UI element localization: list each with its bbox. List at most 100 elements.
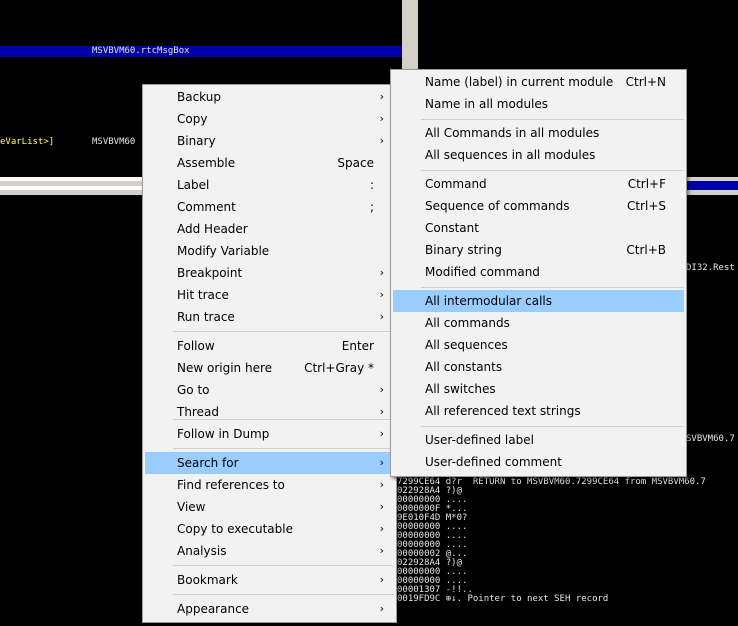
selected-disassembly-line[interactable] [0, 46, 402, 57]
search-item-all-sequences-in-all-modules[interactable]: All sequences in all modules [393, 144, 684, 166]
menu-separator [421, 426, 684, 427]
menu-item-label: Constant [425, 221, 479, 235]
search-item-modified-command[interactable]: Modified command [393, 261, 684, 283]
submenu-arrow-icon: › [379, 522, 384, 535]
menu-item-label: Binary [177, 134, 216, 148]
disassembly-call-target: MSVBVM60.rtcMsgBox [92, 46, 190, 56]
search-item-all-sequences[interactable]: All sequences [393, 334, 684, 356]
search-item-command[interactable]: Command Ctrl+F [393, 173, 684, 195]
selected-register-line [686, 181, 738, 190]
menu-item-copy[interactable]: Copy › [145, 108, 394, 130]
menu-item-modify-variable[interactable]: Modify Variable [145, 240, 394, 262]
stack-line[interactable]: 0019FD9C ⊕↓. Pointer to next SEH record [397, 595, 608, 604]
search-item-name-in-all-modules[interactable]: Name in all modules [393, 93, 684, 115]
stack-snippet: SVBVM60.7 [686, 434, 735, 444]
menu-item-label: All constants [425, 360, 503, 374]
menu-item-search-for[interactable]: Search for › [145, 452, 394, 474]
menu-item-shortcut: ; [369, 200, 374, 214]
menu-item-backup[interactable]: Backup › [145, 86, 394, 108]
menu-item-label: Search for [177, 456, 239, 470]
menu-item-label: All switches [425, 382, 496, 396]
menu-item-shortcut: Space [337, 156, 374, 170]
menu-item-shortcut: Ctrl+B [626, 243, 666, 257]
search-item-name-label-in-current-module[interactable]: Name (label) in current module Ctrl+N [393, 71, 684, 93]
menu-item-follow-in-dump[interactable]: Follow in Dump › [145, 423, 394, 445]
context-menu: Backup › Copy › Binary › Assemble Space Label: Co… [142, 84, 397, 623]
menu-item-shortcut: Ctrl+F [627, 177, 666, 191]
submenu-arrow-icon: › [379, 134, 384, 147]
menu-item-label: Run trace [177, 310, 235, 324]
search-item-all-referenced-text-strings[interactable]: All referenced text strings [393, 400, 684, 422]
menu-separator [173, 565, 394, 566]
menu-item-label: User-defined comment [425, 455, 562, 469]
menu-item-label: Copy [177, 112, 208, 126]
search-item-user-defined-comment[interactable]: User-defined comment [393, 451, 684, 473]
menu-item-label: All referenced text strings [425, 404, 581, 418]
menu-item-label: Name (label) in current module [425, 75, 614, 89]
menu-item-go-to[interactable]: Go to › [145, 379, 394, 401]
menu-item-label: Analysis [177, 544, 227, 558]
search-item-sequence-of-commands[interactable]: Sequence of commands Ctrl+S [393, 195, 684, 217]
menu-item-analysis[interactable]: Analysis › [145, 540, 394, 562]
menu-item-comment[interactable]: Comment; [145, 196, 394, 218]
menu-item-shortcut: Ctrl+S [626, 199, 666, 213]
menu-item-label: All sequences in all modules [425, 148, 596, 162]
submenu-arrow-icon: › [379, 456, 384, 469]
menu-item-label: All commands [425, 316, 510, 330]
menu-item-label: Assemble [177, 156, 236, 170]
menu-item-label: New origin here [177, 361, 273, 375]
menu-item-label: Label [177, 178, 210, 192]
menu-item-label: View [177, 500, 206, 514]
submenu-arrow-icon: › [379, 90, 384, 103]
menu-item-shortcut: Ctrl+Gray * [304, 361, 374, 375]
menu-item-label: Find references to [177, 478, 285, 492]
search-item-all-constants[interactable]: All constants [393, 356, 684, 378]
submenu-arrow-icon: › [379, 573, 384, 586]
menu-item-label: Name in all modules [425, 97, 549, 111]
search-item-all-intermodular-calls[interactable]: All intermodular calls [393, 290, 684, 312]
submenu-arrow-icon: › [379, 112, 384, 125]
menu-item-label: Bookmark [177, 573, 238, 587]
submenu-arrow-icon: › [379, 288, 384, 301]
menu-item-label: All intermodular calls [425, 294, 553, 308]
search-item-all-commands[interactable]: All commands [393, 312, 684, 334]
menu-item-label: Sequence of commands [425, 199, 570, 213]
menu-item-new-origin-here[interactable]: New origin here Ctrl+Gray * [145, 357, 394, 379]
submenu-arrow-icon: › [379, 478, 384, 491]
search-item-user-defined-label[interactable]: User-defined label [393, 429, 684, 451]
menu-item-find-references-to[interactable]: Find references to › [145, 474, 394, 496]
menu-item-run-trace[interactable]: Run trace › [145, 306, 394, 328]
menu-item-label: Binary string [425, 243, 502, 257]
menu-separator [173, 448, 394, 449]
menu-item-follow[interactable]: Follow Enter [145, 335, 394, 357]
menu-item-label: Follow in Dump [177, 427, 270, 441]
menu-item-label: Follow [177, 339, 215, 353]
submenu-arrow-icon: › [379, 544, 384, 557]
menu-item-hit-trace[interactable]: Hit trace › [145, 284, 394, 306]
menu-item-view[interactable]: View › [145, 496, 394, 518]
menu-item-add-header[interactable]: Add Header [145, 218, 394, 240]
submenu-arrow-icon: › [379, 383, 384, 396]
scrollbar-strip [0, 177, 142, 181]
search-item-all-commands-in-all-modules[interactable]: All Commands in all modules [393, 122, 684, 144]
search-item-all-switches[interactable]: All switches [393, 378, 684, 400]
menu-item-label: Hit trace [177, 288, 229, 302]
menu-item-appearance[interactable]: Appearance › [145, 598, 394, 620]
menu-item-binary[interactable]: Binary › [145, 130, 394, 152]
menu-item-label: Command [425, 177, 487, 191]
menu-item-label: Backup [177, 90, 221, 104]
menu-separator [421, 287, 684, 288]
menu-item-label: Breakpoint [177, 266, 243, 280]
submenu-arrow-icon: › [379, 500, 384, 513]
menu-item-label: All Commands in all modules [425, 126, 600, 140]
menu-item-breakpoint[interactable]: Breakpoint › [145, 262, 394, 284]
search-item-binary-string[interactable]: Binary string Ctrl+B [393, 239, 684, 261]
search-item-constant[interactable]: Constant [393, 217, 684, 239]
menu-item-label: All sequences [425, 338, 508, 352]
menu-item-assemble[interactable]: Assemble Space [145, 152, 394, 174]
menu-item-bookmark[interactable]: Bookmark › [145, 569, 394, 591]
menu-item-copy-to-executable[interactable]: Copy to executable › [145, 518, 394, 540]
menu-item-label: Copy to executable [177, 522, 293, 536]
menu-item-label: Modified command [425, 265, 540, 279]
menu-item-label[interactable]: Label: [145, 174, 394, 196]
